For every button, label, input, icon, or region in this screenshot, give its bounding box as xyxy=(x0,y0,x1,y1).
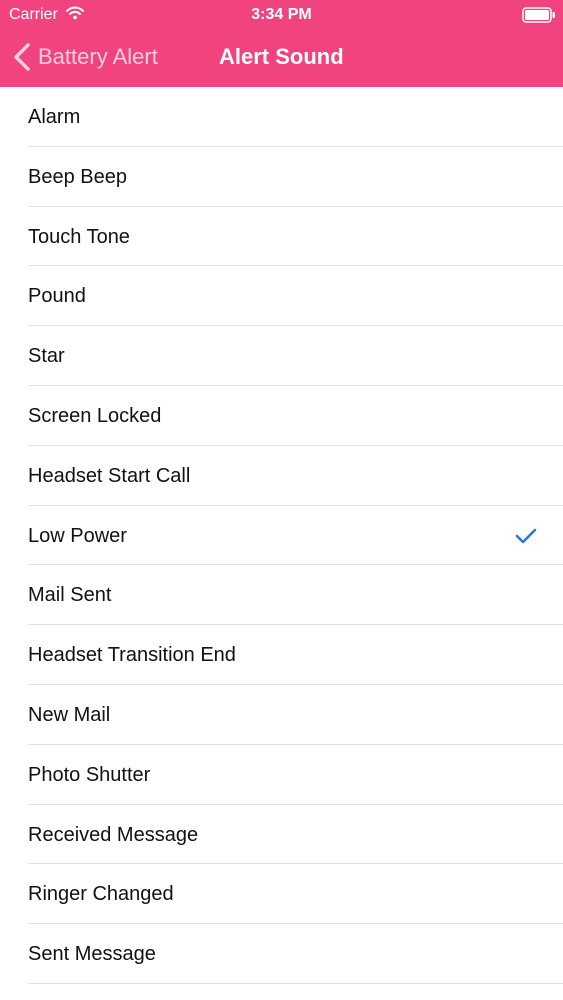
battery-icon xyxy=(522,7,555,23)
list-item[interactable]: Headset Start Call xyxy=(0,446,563,506)
sound-name: Ringer Changed xyxy=(28,883,174,906)
sound-name: New Mail xyxy=(28,703,111,726)
sound-name: Photo Shutter xyxy=(28,763,151,786)
sound-name: Star xyxy=(28,345,65,368)
header: Carrier 3:34 PM Battery Alert Alert Soun… xyxy=(0,0,563,87)
list-item[interactable]: Ringer Changed xyxy=(0,864,563,924)
alert-sound-screen: Carrier 3:34 PM Battery Alert Alert Soun… xyxy=(0,0,563,1000)
list-item[interactable]: Screen Locked xyxy=(0,386,563,446)
list-item[interactable]: Pound xyxy=(0,266,563,326)
list-item[interactable]: Received Message xyxy=(0,805,563,865)
sound-name: Beep Beep xyxy=(28,165,127,188)
list-item[interactable]: Headset Transition End xyxy=(0,625,563,685)
navigation-bar: Battery Alert Alert Sound xyxy=(0,28,563,87)
sound-name: Mail Sent xyxy=(28,584,112,607)
sound-name: Pound xyxy=(28,285,86,308)
sound-name: Low Power xyxy=(28,524,127,547)
list-item[interactable]: Alarm xyxy=(0,87,563,147)
sound-name: Screen Locked xyxy=(28,404,162,427)
list-item[interactable]: Star xyxy=(0,326,563,386)
list-item[interactable]: Mail Sent xyxy=(0,565,563,625)
status-bar: Carrier 3:34 PM xyxy=(0,0,563,28)
list-item[interactable]: Sent Message xyxy=(0,924,563,984)
chevron-left-icon xyxy=(14,43,30,71)
list-item[interactable]: Touch Tone xyxy=(0,207,563,267)
sound-list: Alarm Beep Beep Touch Tone Pound Star Sc… xyxy=(0,87,563,984)
back-button[interactable]: Battery Alert xyxy=(12,40,158,74)
page-title: Alert Sound xyxy=(219,44,344,69)
status-time: 3:34 PM xyxy=(251,6,312,23)
sound-name: Alarm xyxy=(28,106,81,128)
sound-name: Headset Start Call xyxy=(28,464,191,487)
sound-name: Sent Message xyxy=(28,943,156,966)
checkmark-icon xyxy=(515,528,537,543)
list-item[interactable]: Low Power xyxy=(0,506,563,566)
sound-name: Received Message xyxy=(28,823,199,846)
sound-name: Headset Transition End xyxy=(28,644,236,667)
sound-name: Touch Tone xyxy=(28,225,130,248)
list-item[interactable]: New Mail xyxy=(0,685,563,745)
back-button-label: Battery Alert xyxy=(38,44,158,69)
list-item[interactable]: Beep Beep xyxy=(0,147,563,207)
list-item[interactable]: Photo Shutter xyxy=(0,745,563,805)
